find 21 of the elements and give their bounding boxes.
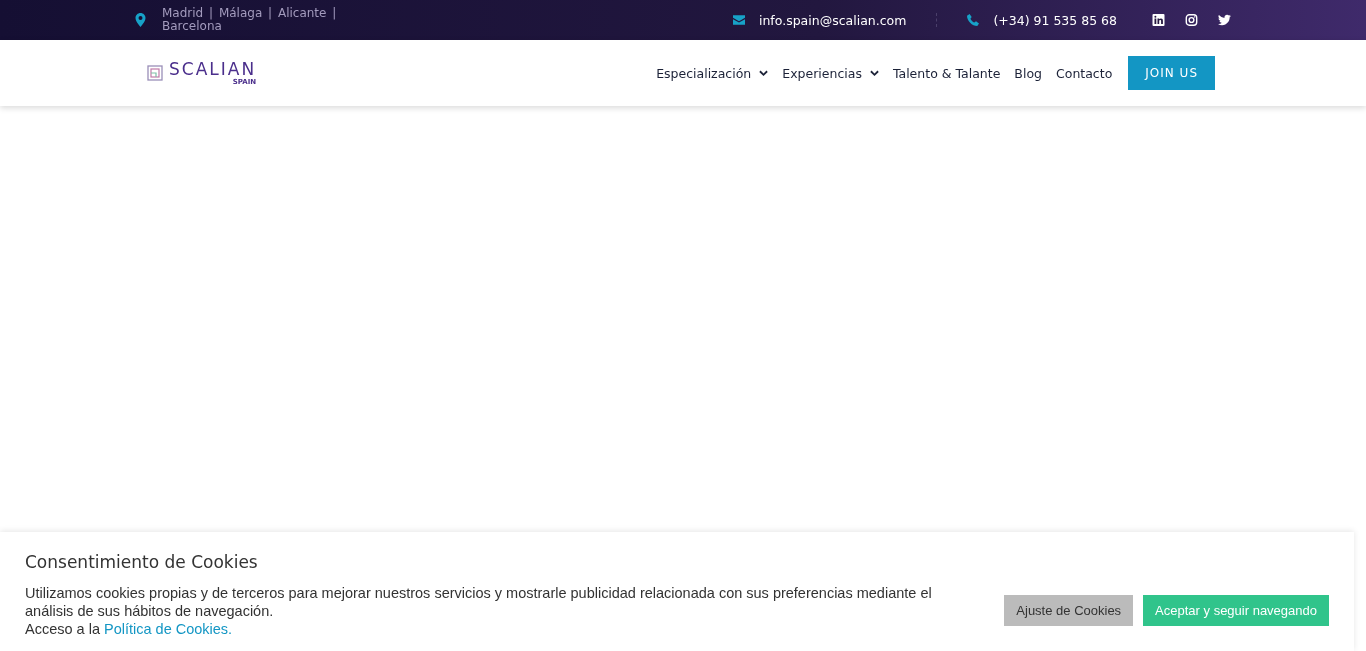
phone-link[interactable]: (+34) 91 535 85 68 [993,12,1117,28]
cookie-settings-button[interactable]: Ajuste de Cookies [1004,595,1134,626]
nav-link[interactable]: Talento & Talante [892,65,1001,81]
office-locations: Madrid | Málaga | Alicante | Barcelona [162,7,338,33]
cookie-title: Consentimiento de Cookies [25,552,259,572]
envelope-icon [732,14,745,26]
phone-icon [967,14,980,26]
nav-link[interactable]: Especialización [656,65,769,81]
nav-link[interactable]: Blog [1014,65,1042,81]
nav-link[interactable]: Contacto [1056,65,1113,81]
policy-prefix: Acceso a la [25,621,100,637]
location-pin-icon [135,13,146,27]
cookie-policy-link[interactable]: Política de Cookies. [104,621,233,637]
cookie-message: Utilizamos cookies propias y de terceros para mejorar nuestros servicios y mostrarle publicidad relacionada con sus preferencias mediante el análisis de sus hábitos de navegación. [25,584,933,620]
instagram-icon[interactable] [1185,14,1198,26]
logo-wordmark[interactable]: SCALIAN [169,60,257,78]
linkedin-icon[interactable] [1152,14,1165,26]
nav-link[interactable]: Experiencias [782,65,879,81]
twitter-icon[interactable] [1218,14,1231,26]
email-link[interactable]: info.spain@scalian.com [758,12,907,28]
logo-mark-icon [147,65,163,81]
